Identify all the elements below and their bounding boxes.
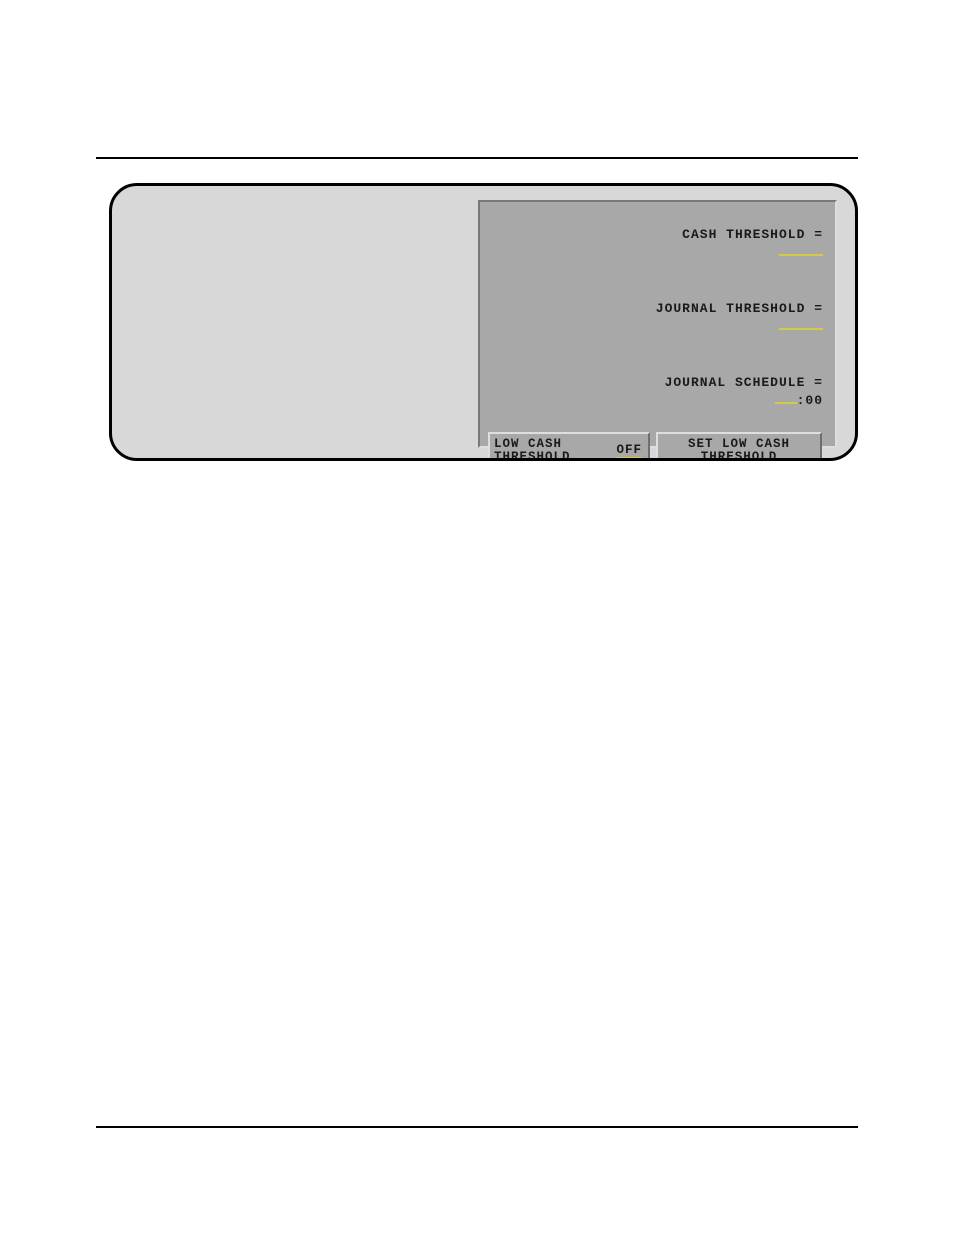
header-cash-threshold: CASH THRESHOLD = [488, 208, 823, 280]
rule-top [96, 157, 858, 159]
journal-threshold-label: JOURNAL THRESHOLD = [656, 301, 823, 316]
cash-threshold-value [779, 254, 823, 256]
page: CASH THRESHOLD = JOURNAL THRESHOLD = JOU… [0, 0, 954, 1235]
panel-outer: CASH THRESHOLD = JOURNAL THRESHOLD = JOU… [109, 183, 858, 461]
journal-schedule-label: JOURNAL SCHEDULE = [665, 375, 823, 390]
journal-schedule-hour [775, 402, 797, 404]
row-low-cash: LOW CASH THRESHOLD OFF SET LOW CASH THRE… [488, 432, 827, 461]
button-rows: LOW CASH THRESHOLD OFF SET LOW CASH THRE… [488, 432, 827, 461]
set-low-cash-threshold-button[interactable]: SET LOW CASH THRESHOLD [656, 432, 822, 461]
cash-threshold-label: CASH THRESHOLD = [682, 227, 823, 242]
header-journal-schedule: JOURNAL SCHEDULE = :00 [488, 356, 823, 428]
low-cash-threshold-toggle[interactable]: LOW CASH THRESHOLD OFF [488, 432, 650, 461]
rule-bottom [96, 1126, 858, 1128]
low-cash-threshold-label: LOW CASH THRESHOLD [494, 438, 571, 461]
journal-schedule-suffix: :00 [797, 393, 823, 408]
low-cash-threshold-state: OFF [616, 444, 642, 459]
set-low-cash-threshold-label: SET LOW CASH THRESHOLD [688, 438, 790, 461]
header-journal-threshold: JOURNAL THRESHOLD = [488, 282, 823, 354]
journal-threshold-value [779, 328, 823, 330]
device-screen: CASH THRESHOLD = JOURNAL THRESHOLD = JOU… [478, 200, 837, 448]
